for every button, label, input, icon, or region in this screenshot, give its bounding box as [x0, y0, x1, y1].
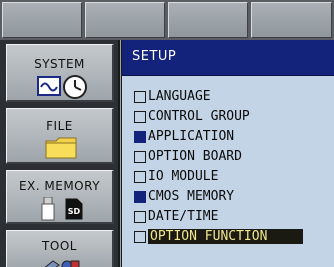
checkbox [134, 90, 146, 103]
setup-item-option-board[interactable]: OPTION BOARD [134, 147, 324, 166]
main-menu-panel: SYSTEM FILE EX. MEMORY SD TOOL [0, 40, 120, 267]
checkbox [134, 170, 146, 183]
menu-button-tool[interactable]: TOOL [6, 230, 114, 267]
setup-item-label: LANGUAGE [148, 89, 211, 104]
checkbox [134, 110, 146, 123]
function-key-2[interactable] [85, 2, 165, 38]
setup-item-application[interactable]: APPLICATION [134, 127, 324, 146]
page-title: SETUP [132, 49, 177, 64]
menu-button-label: TOOL [42, 239, 77, 253]
sd-card-icon: SD [65, 198, 83, 220]
setup-item-label: CMOS MEMORY [148, 189, 235, 204]
setup-item-language[interactable]: LANGUAGE [134, 87, 324, 106]
setup-item-label: APPLICATION [148, 129, 235, 144]
function-key-4[interactable] [251, 2, 332, 38]
setup-item-date-time[interactable]: DATE/TIME [134, 207, 324, 226]
menu-button-file[interactable]: FILE [6, 108, 114, 164]
checkbox-checked [134, 190, 146, 203]
checkbox [134, 210, 146, 223]
checkbox [134, 150, 146, 163]
menu-button-ex-memory[interactable]: EX. MEMORY SD [6, 170, 114, 224]
setup-header: SETUP [122, 40, 334, 76]
menu-button-label: SYSTEM [34, 57, 85, 71]
setup-item-label: DATE/TIME [148, 209, 219, 224]
tool-icon [41, 256, 81, 267]
setup-item-label: OPTION FUNCTION [148, 229, 303, 244]
function-key-3[interactable] [168, 2, 248, 38]
setup-item-label: CONTROL GROUP [148, 109, 250, 124]
function-key-bar [0, 0, 334, 40]
svg-text:SD: SD [68, 207, 81, 216]
checkbox [134, 230, 146, 243]
setup-item-io-module[interactable]: IO MODULE [134, 167, 324, 186]
checkbox-checked [134, 130, 146, 143]
menu-button-label: EX. MEMORY [18, 179, 101, 193]
setup-panel: SETUP LANGUAGE CONTROL GROUP APPLICATION… [121, 40, 334, 267]
setup-item-label: OPTION BOARD [148, 149, 242, 164]
setup-item-option-function[interactable]: OPTION FUNCTION [134, 227, 324, 246]
menu-button-label: FILE [46, 119, 73, 133]
setup-item-label: IO MODULE [148, 169, 219, 184]
menu-button-system[interactable]: SYSTEM [6, 44, 114, 102]
system-clock-icon [37, 75, 89, 99]
setup-item-control-group[interactable]: CONTROL GROUP [134, 107, 324, 126]
setup-item-cmos-memory[interactable]: CMOS MEMORY [134, 187, 324, 206]
usb-drive-icon [41, 196, 55, 221]
function-key-1[interactable] [2, 2, 82, 38]
folder-icon [45, 137, 77, 159]
